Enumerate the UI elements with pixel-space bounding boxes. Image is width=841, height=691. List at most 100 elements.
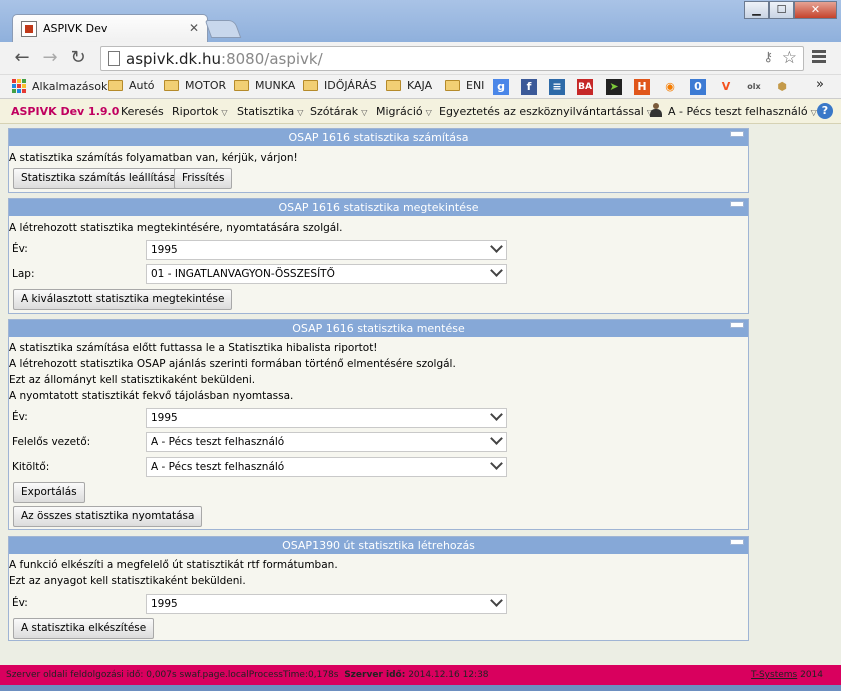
refresh-button[interactable]: Frissítés: [174, 168, 233, 189]
panel-save: OSAP 1616 statisztika mentése A statiszt…: [8, 319, 749, 530]
collapse-icon[interactable]: [730, 539, 744, 545]
bookmark-folder-auto[interactable]: Autó: [108, 79, 155, 92]
collapse-icon[interactable]: [730, 201, 744, 207]
folder-icon: [303, 80, 318, 91]
panel-view-title-text: OSAP 1616 statisztika megtekintése: [278, 201, 479, 214]
chevron-down-icon: ▽: [361, 108, 368, 117]
chevron-down-icon: [490, 240, 503, 253]
bookmark-folder-munka[interactable]: MUNKA: [234, 79, 295, 92]
manager-select[interactable]: A - Pécs teszt felhasználó: [146, 432, 507, 452]
menu-statistics[interactable]: Statisztika ▽: [237, 105, 303, 118]
menu-search[interactable]: Keresés: [121, 105, 164, 118]
bookmarks-overflow-button[interactable]: »: [816, 77, 824, 92]
filler-label: Kitöltő:: [12, 461, 50, 473]
h-site-icon[interactable]: H: [634, 79, 650, 95]
browser-tab[interactable]: ASPIVK Dev ✕: [12, 14, 208, 42]
browser-menu-icon[interactable]: [812, 50, 826, 65]
chevron-down-icon: [490, 457, 503, 470]
facebook-icon[interactable]: f: [521, 79, 537, 95]
create-statistics-button[interactable]: A statisztika elkészítése: [13, 618, 155, 639]
company-link[interactable]: T-Systems: [751, 670, 797, 680]
maximize-button[interactable]: ☐: [769, 1, 794, 19]
bookmark-folder-motor[interactable]: MOTOR: [164, 79, 226, 92]
apps-grid-icon: [12, 79, 26, 93]
menu-statistics-label: Statisztika: [237, 105, 295, 118]
bookmark-folder-kaja[interactable]: KAJA: [386, 79, 432, 92]
folder-icon: [386, 80, 401, 91]
bookmark-folder-idojaras[interactable]: IDŐJÁRÁS: [303, 79, 377, 92]
panel-save-line: Ezt az állományt kell statisztikaként be…: [9, 374, 256, 386]
manager-label: Felelős vezető:: [12, 436, 91, 448]
menu-migration[interactable]: Migráció ▽: [376, 105, 432, 118]
sheet-select[interactable]: 01 - INGATLANVAGYON-ÖSSZESÍTŐ: [146, 264, 507, 284]
menu-reports-label: Riportok: [172, 105, 219, 118]
reload-icon[interactable]: ↻: [68, 48, 88, 68]
bookmarks-bar: Alkalmazások Autó MOTOR MUNKA IDŐJÁRÁS K…: [0, 75, 841, 99]
footer-copyright: T-Systems 2014: [751, 665, 823, 685]
olx-site-icon[interactable]: olx: [746, 79, 762, 95]
new-tab-button[interactable]: [204, 20, 242, 38]
panel-calc: OSAP 1616 statisztika számítása A statis…: [8, 128, 749, 193]
tab-close-icon[interactable]: ✕: [189, 21, 199, 35]
stop-calc-button[interactable]: Statisztika számítás leállítása: [13, 168, 184, 189]
panel-view: OSAP 1616 statisztika megtekintése A lét…: [8, 198, 749, 314]
bookmark-apps-label: Alkalmazások: [32, 79, 108, 93]
app-brand[interactable]: ASPIVK Dev 1.9.0: [11, 105, 119, 118]
circle-site-icon[interactable]: ◉: [662, 79, 678, 95]
footer-info: Szerver oldali feldolgozási idő: 0,007s …: [6, 665, 489, 685]
folder-icon: [445, 80, 460, 91]
chevron-down-icon: ▽: [297, 108, 304, 117]
chevron-down-icon: ▽: [425, 108, 432, 117]
year-label: Év:: [12, 411, 28, 423]
print-all-button[interactable]: Az összes statisztika nyomtatása: [13, 506, 203, 527]
close-window-button[interactable]: ✕: [794, 1, 837, 19]
panel-save-line: A statisztika számítása előtt futtassa l…: [9, 342, 378, 354]
google-icon[interactable]: g: [493, 79, 509, 95]
v-site-icon[interactable]: V: [718, 79, 734, 95]
o-site-icon[interactable]: 0: [690, 79, 706, 95]
collapse-icon[interactable]: [730, 322, 744, 328]
year-select[interactable]: 1995: [146, 408, 507, 428]
year-select-value: 1995: [151, 598, 178, 610]
chevron-down-icon: [490, 264, 503, 277]
bookmark-folder-label: MUNKA: [255, 79, 296, 92]
filler-select[interactable]: A - Pécs teszt felhasználó: [146, 457, 507, 477]
panel-save-title-text: OSAP 1616 statisztika mentése: [292, 322, 465, 335]
year-select[interactable]: 1995: [146, 594, 507, 614]
menu-dictionaries[interactable]: Szótárak ▽: [310, 105, 367, 118]
address-bar[interactable]: aspivk.dk.hu:8080/aspivk/ ⚷ ☆: [100, 46, 804, 71]
bookmark-star-icon[interactable]: ☆: [782, 48, 797, 68]
folder-icon: [108, 80, 123, 91]
chevron-down-icon: [490, 432, 503, 445]
year-select[interactable]: 1995: [146, 240, 507, 260]
minimize-button[interactable]: ▁: [744, 1, 769, 19]
tab-title: ASPIVK Dev: [43, 22, 108, 35]
panel-save-title: OSAP 1616 statisztika mentése: [9, 320, 748, 337]
bookmark-folder-eni[interactable]: ENI: [445, 79, 484, 92]
ba-site-icon[interactable]: BA: [577, 79, 593, 95]
package-site-icon[interactable]: ⬢: [774, 79, 790, 95]
forward-arrow-icon[interactable]: →: [40, 48, 60, 68]
play-site-icon[interactable]: ➤: [606, 79, 622, 95]
app-menubar: ASPIVK Dev 1.9.0 Keresés Riportok ▽ Stati…: [0, 99, 841, 124]
bookmark-apps[interactable]: Alkalmazások: [12, 79, 107, 93]
menu-reconcile[interactable]: Egyeztetés az eszköznyilvántartással ▽: [439, 105, 653, 118]
menu-reports[interactable]: Riportok ▽: [172, 105, 228, 118]
bookmark-site-icon[interactable]: ≡: [549, 79, 565, 95]
status-footer: Szerver oldali feldolgozási idő: 0,007s …: [0, 665, 841, 685]
export-button[interactable]: Exportálás: [13, 482, 85, 503]
menu-user[interactable]: A - Pécs teszt felhasználó ▽: [650, 103, 817, 118]
panel-view-title: OSAP 1616 statisztika megtekintése: [9, 199, 748, 216]
panel-save-line: A nyomtatott statisztikát fekvő tájolásb…: [9, 390, 294, 402]
bookmark-folder-label: MOTOR: [185, 79, 227, 92]
key-icon[interactable]: ⚷: [763, 50, 773, 65]
menu-dictionaries-label: Szótárak: [310, 105, 359, 118]
filler-select-value: A - Pécs teszt felhasználó: [151, 461, 285, 473]
view-statistics-button[interactable]: A kiválasztott statisztika megtekintése: [13, 289, 233, 310]
help-icon[interactable]: ?: [817, 103, 833, 119]
url-text[interactable]: aspivk.dk.hu:8080/aspivk/: [126, 50, 323, 68]
chevron-down-icon: ▽: [810, 108, 817, 117]
menu-reconcile-label: Egyeztetés az eszköznyilvántartással: [439, 105, 644, 118]
collapse-icon[interactable]: [730, 131, 744, 137]
back-arrow-icon[interactable]: ←: [12, 48, 32, 68]
